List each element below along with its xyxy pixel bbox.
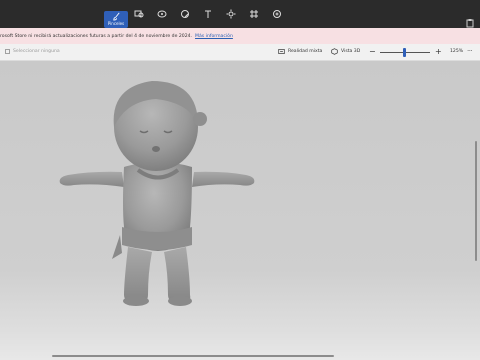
view-3d-icon — [331, 48, 338, 55]
select-icon — [5, 49, 10, 54]
more-info-link[interactable]: Más información — [195, 34, 233, 39]
secondary-toolbar: Seleccionar ninguna Realidad mixta Vista… — [0, 44, 480, 61]
vertical-scrollbar[interactable] — [475, 141, 477, 261]
view-3d-label: Vista 3D — [341, 49, 361, 54]
3d-canvas[interactable] — [0, 61, 480, 360]
horizontal-scrollbar[interactable] — [52, 355, 334, 357]
3d-library-icon — [273, 10, 281, 18]
tool-text[interactable] — [198, 4, 218, 24]
tool-canvas[interactable] — [244, 4, 264, 24]
tool-effects[interactable] — [221, 4, 241, 24]
more-options-button[interactable]: ··· — [467, 47, 473, 55]
paste-icon — [466, 19, 474, 28]
zoom-value: 125% — [450, 49, 464, 54]
select-dropdown[interactable]: Seleccionar ninguna — [5, 49, 60, 54]
3d-model-doll[interactable] — [52, 67, 262, 307]
mixed-reality-label: Realidad mixta — [288, 49, 323, 54]
tool-3d-shapes[interactable] — [152, 4, 172, 24]
tool-3d-library[interactable] — [267, 4, 287, 24]
zoom-out-button[interactable]: − — [369, 47, 376, 56]
text-icon — [205, 10, 211, 18]
zoom-slider-thumb[interactable] — [403, 48, 406, 57]
banner-message: rosoft Store ni recibirá actualizaciones… — [0, 33, 193, 39]
tool-2d-shapes[interactable] — [129, 4, 149, 24]
sticker-icon — [181, 10, 189, 18]
3d-shapes-icon — [157, 10, 167, 18]
paste-button[interactable] — [465, 13, 475, 28]
mixed-reality-icon — [278, 49, 285, 54]
mixed-reality-button[interactable]: Realidad mixta — [278, 48, 322, 55]
brush-icon — [112, 12, 120, 21]
tool-stickers[interactable] — [175, 4, 195, 24]
top-toolbar: Pinceles — [0, 0, 480, 28]
select-label: Seleccionar ninguna — [13, 49, 60, 54]
canvas-icon — [250, 10, 258, 18]
tool-brushes[interactable]: Pinceles — [104, 11, 128, 28]
tool-brushes-label: Pinceles — [107, 21, 125, 26]
effects-icon — [226, 9, 236, 19]
notification-banner: rosoft Store ni recibirá actualizaciones… — [0, 28, 480, 44]
zoom-in-button[interactable]: + — [435, 47, 442, 56]
view-3d-button[interactable]: Vista 3D — [331, 48, 360, 55]
2d-shapes-icon — [134, 10, 144, 18]
